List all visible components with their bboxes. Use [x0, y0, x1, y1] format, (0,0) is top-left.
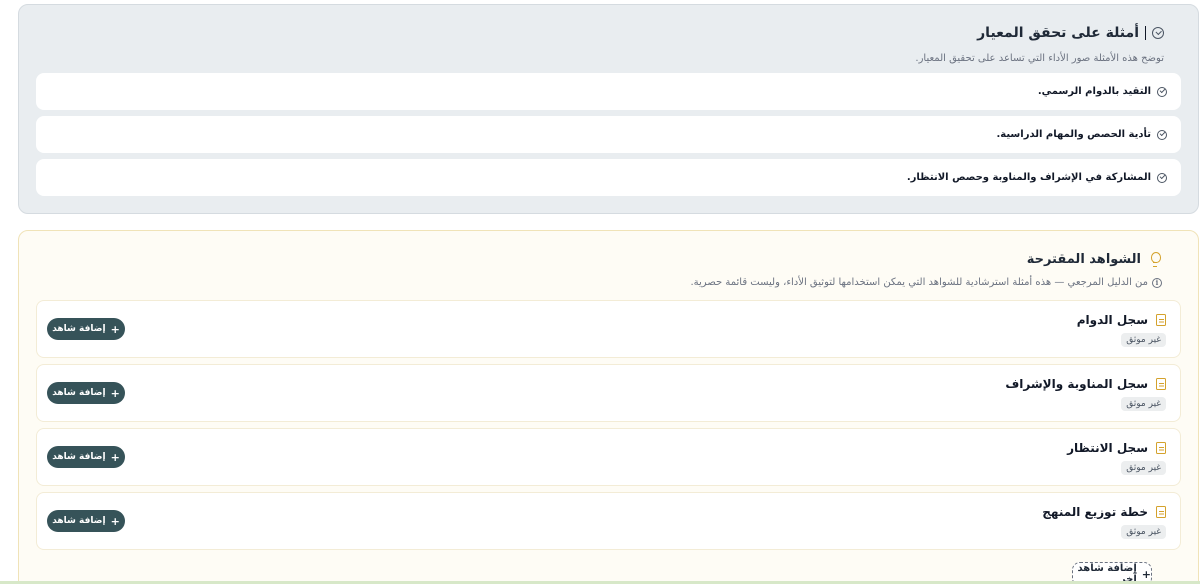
- evidence-title: الشواهد المقترحة: [1026, 251, 1141, 267]
- evidence-name: خطة توزيع المنهج: [1042, 505, 1148, 519]
- plus-icon: +: [110, 386, 120, 400]
- evidence-card: سجل الانتظار غير موثق + إضافة شاهد: [36, 428, 1181, 486]
- evidence-card: سجل الدوام غير موثق + إضافة شاهد: [36, 300, 1181, 358]
- document-icon: [1156, 506, 1166, 518]
- circle-check-icon: [1152, 27, 1164, 39]
- plus-icon: +: [110, 322, 120, 336]
- add-evidence-button[interactable]: + إضافة شاهد: [47, 446, 125, 468]
- example-item-label: تأدية الحصص والمهام الدراسية.: [996, 129, 1151, 140]
- document-icon: [1156, 314, 1166, 326]
- example-item-label: المشاركة في الإشراف والمناوبة وحصص الانت…: [906, 172, 1151, 183]
- evidence-name: سجل المناوبة والإشراف: [1005, 377, 1148, 391]
- example-item: المشاركة في الإشراف والمناوبة وحصص الانت…: [36, 159, 1181, 196]
- example-item: تأدية الحصص والمهام الدراسية.: [36, 116, 1181, 153]
- evidence-name: سجل الدوام: [1076, 313, 1148, 327]
- plus-icon: +: [1141, 567, 1151, 581]
- document-icon: [1156, 378, 1166, 390]
- plus-icon: +: [110, 514, 120, 528]
- evidence-card-info: خطة توزيع المنهج غير موثق: [1042, 505, 1166, 539]
- examples-description: توضح هذه الأمثلة صور الأداء التي تساعد ع…: [915, 53, 1164, 64]
- add-evidence-label: إضافة شاهد: [52, 452, 106, 462]
- add-evidence-label: إضافة شاهد: [52, 516, 106, 526]
- add-evidence-button[interactable]: + إضافة شاهد: [47, 510, 125, 532]
- status-badge: غير موثق: [1121, 333, 1166, 347]
- status-badge: غير موثق: [1121, 397, 1166, 411]
- lightbulb-icon: [1148, 251, 1162, 267]
- add-evidence-button[interactable]: + إضافة شاهد: [47, 318, 125, 340]
- document-icon: [1156, 442, 1166, 454]
- circle-check-icon: [1157, 129, 1167, 140]
- status-badge: غير موثق: [1121, 461, 1166, 475]
- evidence-card: سجل المناوبة والإشراف غير موثق + إضافة ش…: [36, 364, 1181, 422]
- add-evidence-label: إضافة شاهد: [52, 324, 106, 334]
- text-caret: [1145, 26, 1146, 40]
- plus-icon: +: [110, 450, 120, 464]
- circle-check-icon: [1157, 86, 1167, 97]
- evidence-card-info: سجل المناوبة والإشراف غير موثق: [1005, 377, 1166, 411]
- example-item: التقيد بالدوام الرسمي.: [36, 73, 1181, 110]
- evidence-card-info: سجل الانتظار غير موثق: [1067, 441, 1166, 475]
- status-badge: غير موثق: [1121, 525, 1166, 539]
- evidence-name: سجل الانتظار: [1067, 441, 1148, 455]
- examples-header: أمثلة على تحقق المعيار: [977, 25, 1164, 41]
- evidence-card: خطة توزيع المنهج غير موثق + إضافة شاهد: [36, 492, 1181, 550]
- circle-check-icon: [1157, 172, 1167, 183]
- add-evidence-label: إضافة شاهد: [52, 388, 106, 398]
- info-icon: i: [1152, 277, 1162, 288]
- examples-title: أمثلة على تحقق المعيار: [977, 25, 1139, 41]
- example-item-label: التقيد بالدوام الرسمي.: [1037, 86, 1151, 97]
- evidence-card-info: سجل الدوام غير موثق: [1077, 313, 1166, 347]
- evidence-description-text: من الدليل المرجعي — هذه أمثلة استرشادية …: [690, 277, 1148, 288]
- add-evidence-button[interactable]: + إضافة شاهد: [47, 382, 125, 404]
- evidence-header: الشواهد المقترحة: [1027, 251, 1162, 267]
- evidence-description: i من الدليل المرجعي — هذه أمثلة استرشادي…: [690, 277, 1162, 288]
